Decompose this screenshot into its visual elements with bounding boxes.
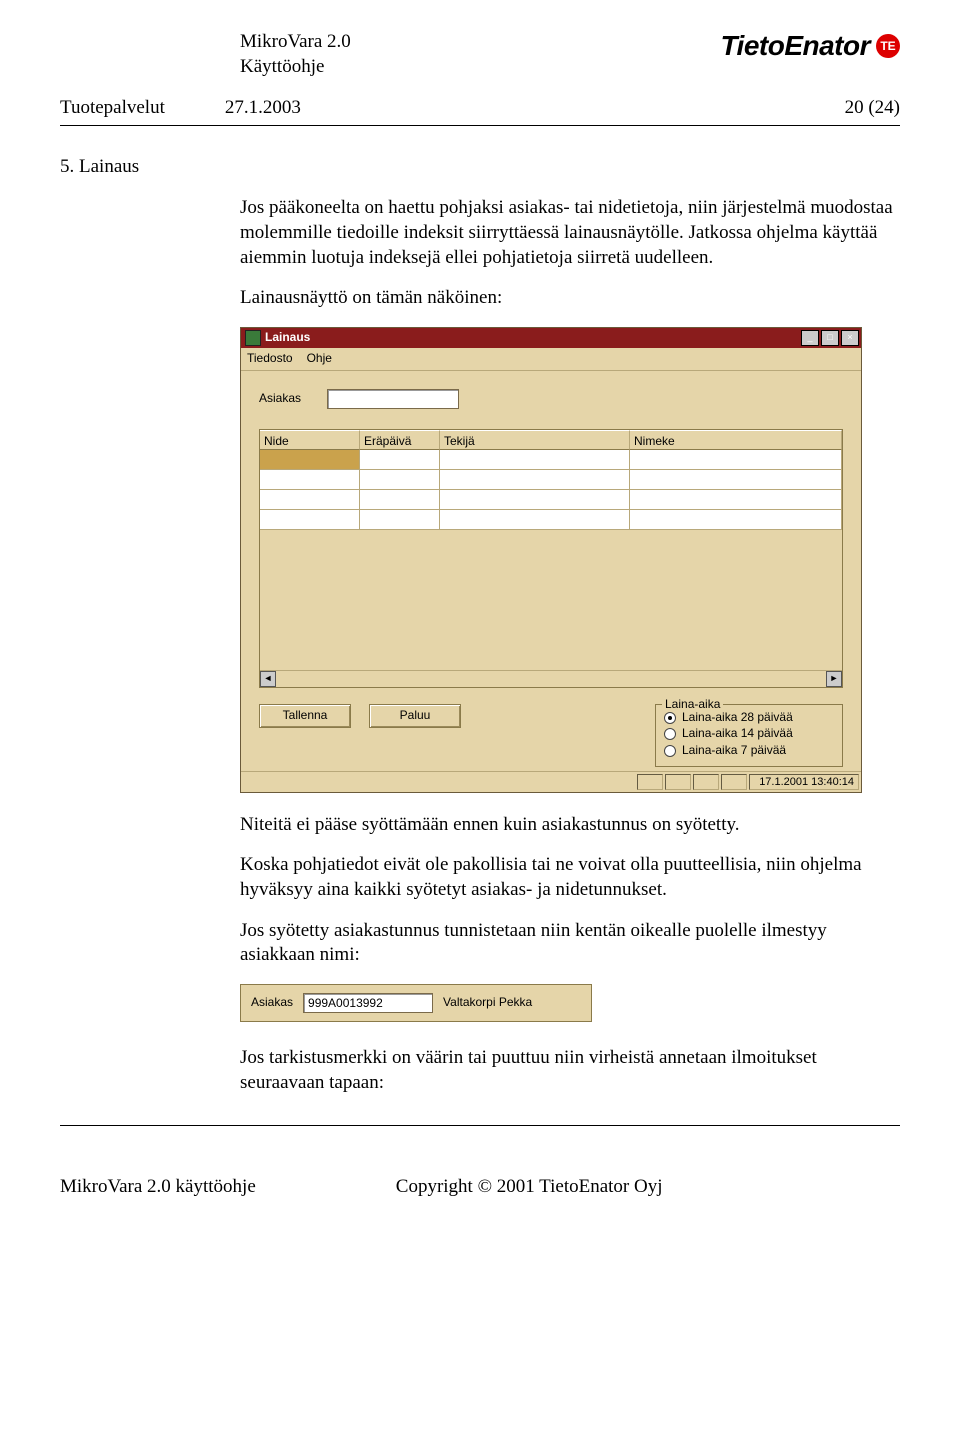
body-para-1: Jos pääkoneelta on haettu pohjaksi asiak… (240, 196, 900, 270)
minimize-button[interactable]: _ (801, 330, 819, 346)
logo-badge-icon: TE (876, 34, 900, 58)
product-name: MikroVara 2.0 (240, 30, 351, 55)
asiakas-input[interactable] (327, 389, 459, 409)
status-cell (693, 774, 719, 790)
grid-cell[interactable] (440, 490, 630, 510)
body-para-4: Koska pohjatiedot eivät ole pakollisia t… (240, 853, 900, 902)
statusbar: 17.1.2001 13:40:14 (241, 771, 861, 792)
body-para-6: Jos tarkistusmerkki on väärin tai puuttu… (240, 1046, 900, 1095)
scroll-right-button[interactable]: ► (826, 671, 842, 687)
grid-header-nide[interactable]: Nide (260, 430, 360, 450)
laina-aika-groupbox: Laina-aika Laina-aika 28 päivää Laina-ai… (655, 704, 843, 767)
menu-help[interactable]: Ohje (307, 351, 332, 367)
snippet-label: Asiakas (251, 995, 293, 1011)
grid-cell[interactable] (630, 450, 842, 470)
grid-cell[interactable] (630, 490, 842, 510)
app-window: Lainaus _ □ × Tiedosto Ohje Asiakas (240, 327, 862, 792)
grid-row[interactable] (260, 510, 842, 530)
grid-cell-selected[interactable] (260, 450, 360, 470)
snippet-customer-name: Valtakorpi Pekka (443, 995, 532, 1011)
meta-page: 20 (24) (845, 97, 900, 119)
grid-header-erapaiva[interactable]: Eräpäivä (360, 430, 440, 450)
grid-cell[interactable] (440, 450, 630, 470)
back-button[interactable]: Paluu (369, 704, 461, 728)
grid-cell[interactable] (360, 510, 440, 530)
body-para-5: Jos syötetty asiakastunnus tunnistetaan … (240, 919, 900, 968)
radio-label: Laina-aika 14 päivää (682, 726, 793, 742)
radio-option-14[interactable]: Laina-aika 14 päivää (664, 726, 834, 742)
grid-cell[interactable] (260, 490, 360, 510)
document-meta-row: Tuotepalvelut 27.1.2003 20 (24) (60, 97, 900, 119)
grid-cell[interactable] (360, 470, 440, 490)
radio-icon (664, 712, 676, 724)
document-header: MikroVara 2.0 Käyttöohje TietoEnator TE (60, 30, 900, 79)
grid-header-tekija[interactable]: Tekijä (440, 430, 630, 450)
status-cell (637, 774, 663, 790)
save-button[interactable]: Tallenna (259, 704, 351, 728)
body-para-2: Lainausnäyttö on tämän näköinen: (240, 286, 900, 311)
radio-label: Laina-aika 7 päivää (682, 743, 786, 759)
grid-cell[interactable] (360, 490, 440, 510)
grid-row[interactable] (260, 450, 842, 470)
footer-rule (60, 1125, 900, 1126)
status-cell (665, 774, 691, 790)
body-para-3: Niteitä ei pääse syöttämään ennen kuin a… (240, 813, 900, 838)
grid-header-nimeke[interactable]: Nimeke (630, 430, 842, 450)
grid-row[interactable] (260, 490, 842, 510)
status-time: 17.1.2001 13:40:14 (749, 774, 859, 790)
groupbox-legend: Laina-aika (662, 697, 723, 713)
grid-cell[interactable] (360, 450, 440, 470)
radio-icon (664, 728, 676, 740)
company-logo: TietoEnator TE (720, 30, 900, 62)
grid-cell[interactable] (440, 470, 630, 490)
grid-cell[interactable] (440, 510, 630, 530)
logo-text: TietoEnator (720, 30, 870, 62)
grid-cell[interactable] (630, 510, 842, 530)
asiakas-snippet: Asiakas 999A0013992 Valtakorpi Pekka (240, 984, 592, 1022)
meta-date: 27.1.2003 (225, 97, 301, 119)
maximize-button[interactable]: □ (821, 330, 839, 346)
meta-left: Tuotepalvelut (60, 97, 165, 119)
menu-file[interactable]: Tiedosto (247, 351, 293, 367)
footer-left: MikroVara 2.0 käyttöohje (60, 1176, 256, 1198)
grid-row[interactable] (260, 470, 842, 490)
close-button[interactable]: × (841, 330, 859, 346)
scroll-left-button[interactable]: ◄ (260, 671, 276, 687)
app-icon (245, 330, 261, 346)
grid-empty-area (260, 530, 842, 670)
status-cell (721, 774, 747, 790)
horizontal-scrollbar[interactable]: ◄ ► (260, 670, 842, 687)
window-title: Lainaus (265, 330, 310, 346)
radio-icon (664, 745, 676, 757)
titlebar[interactable]: Lainaus _ □ × (241, 328, 861, 348)
footer-right: Copyright © 2001 TietoEnator Oyj (396, 1176, 663, 1198)
grid-cell[interactable] (260, 510, 360, 530)
product-subtitle: Käyttöohje (240, 55, 351, 80)
grid-cell[interactable] (260, 470, 360, 490)
section-heading: 5. Lainaus (60, 156, 900, 178)
menubar: Tiedosto Ohje (241, 348, 861, 371)
asiakas-label: Asiakas (259, 391, 315, 407)
radio-option-7[interactable]: Laina-aika 7 päivää (664, 743, 834, 759)
header-rule (60, 125, 900, 126)
grid-cell[interactable] (630, 470, 842, 490)
document-footer: MikroVara 2.0 käyttöohje Copyright © 200… (60, 1176, 900, 1198)
snippet-input[interactable]: 999A0013992 (303, 993, 433, 1013)
data-grid[interactable]: Nide Eräpäivä Tekijä Nimeke (259, 429, 843, 688)
